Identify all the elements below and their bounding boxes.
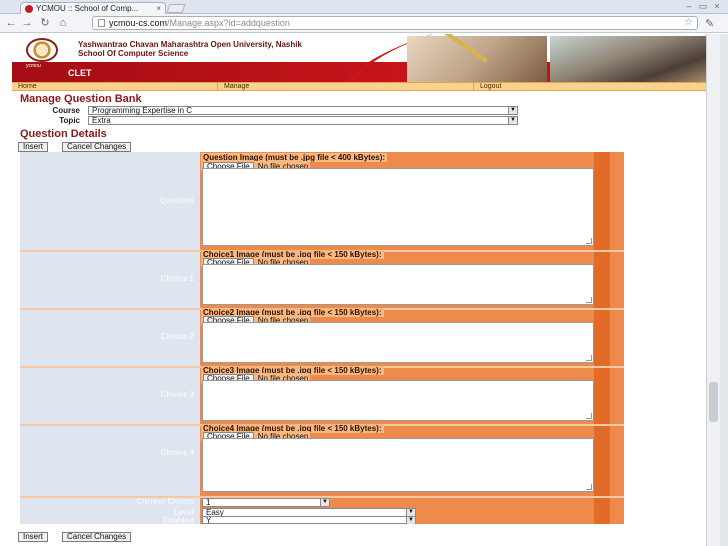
university-logo	[26, 38, 58, 62]
wrench-icon[interactable]: ✎	[705, 17, 714, 30]
question-label: Question	[159, 196, 194, 205]
cancel-changes-button-bottom[interactable]: Cancel Changes	[62, 532, 132, 542]
window-gutter	[720, 34, 728, 546]
page-icon	[98, 19, 105, 27]
window-controls: – ▭ ×	[684, 1, 722, 11]
correct-choice-label: Correct Choice	[136, 497, 194, 506]
course-select-value: Programming Expertise in C	[92, 106, 193, 115]
forward-icon[interactable]: →	[20, 17, 34, 30]
browser-toolbar: ← → ↻ ⌂ ycmou-cs.com/Manage.aspx?id=addq…	[0, 14, 728, 33]
close-icon[interactable]: ×	[712, 1, 722, 11]
browser-tab[interactable]: YCMOU :: School of Comp... ×	[20, 2, 166, 14]
clet-title: CLET	[68, 68, 92, 78]
insert-button-bottom[interactable]: Insert	[18, 532, 49, 542]
menu-home[interactable]: Home	[12, 83, 218, 90]
choice4-textarea[interactable]	[202, 438, 594, 492]
page-title: Manage Question Bank	[20, 93, 142, 105]
address-bar[interactable]: ycmou-cs.com/Manage.aspx?id=addquestion …	[92, 16, 698, 30]
choice4-label: Choice 4	[160, 448, 194, 457]
chevron-down-icon: ▼	[406, 509, 415, 516]
reload-icon[interactable]: ↻	[38, 17, 52, 30]
topic-label: Topic	[59, 116, 80, 125]
cancel-changes-button[interactable]: Cancel Changes	[62, 142, 132, 152]
choice3-label: Choice 3	[160, 390, 194, 399]
url-host: ycmou-cs.com	[109, 18, 168, 28]
enabled-select[interactable]: Y ▼	[202, 516, 416, 525]
minimize-icon[interactable]: –	[684, 1, 694, 11]
topic-select[interactable]: Extra ▼	[88, 116, 518, 125]
school-name: School Of Computer Science	[78, 49, 189, 58]
url-path: /Manage.aspx?id=addquestion	[167, 18, 290, 28]
maximize-icon[interactable]: ▭	[698, 1, 708, 11]
topic-select-value: Extra	[92, 116, 111, 125]
banner-photo-writing	[407, 36, 547, 82]
chevron-down-icon: ▼	[406, 517, 415, 524]
chevron-down-icon: ▼	[320, 499, 329, 506]
question-details-heading: Question Details	[20, 128, 107, 140]
correct-choice-select[interactable]: 1 ▼	[202, 498, 330, 507]
course-label: Course	[52, 106, 80, 115]
logo-caption: ycmou	[26, 63, 41, 69]
choice1-textarea[interactable]	[202, 264, 594, 305]
chevron-down-icon: ▼	[508, 107, 517, 114]
home-icon[interactable]: ⌂	[56, 17, 70, 30]
tab-title: YCMOU :: School of Comp...	[36, 4, 139, 13]
browser-window: YCMOU :: School of Comp... × – ▭ × ← → ↻…	[0, 0, 728, 546]
course-select[interactable]: Programming Expertise in C ▼	[88, 106, 518, 115]
menu-logout[interactable]: Logout	[474, 83, 706, 90]
choice2-textarea[interactable]	[202, 322, 594, 363]
back-icon[interactable]: ←	[4, 17, 18, 30]
question-form: Question Question Image (must be .jpg fi…	[20, 152, 624, 525]
favicon-icon	[25, 4, 33, 13]
star-icon[interactable]: ☆	[684, 17, 693, 28]
choice1-label: Choice 1	[160, 274, 194, 283]
chevron-down-icon: ▼	[508, 117, 517, 124]
enabled-value: Y	[206, 516, 212, 525]
banner-photo-students	[550, 36, 706, 82]
page-viewport: ycmou Yashwantrao Chavan Maharashtra Ope…	[12, 34, 706, 546]
scrollbar-thumb[interactable]	[709, 382, 718, 422]
insert-button[interactable]: Insert	[18, 142, 49, 152]
university-name: Yashwantrao Chavan Maharashtra Open Univ…	[78, 40, 302, 49]
main-menu: Home Manage Logout	[12, 82, 706, 91]
enabled-label: Enabled	[162, 516, 194, 525]
new-tab-button[interactable]	[166, 4, 186, 13]
choice2-label: Choice 2	[160, 332, 194, 341]
vertical-scrollbar[interactable]	[706, 34, 720, 546]
tab-strip: YCMOU :: School of Comp... × – ▭ ×	[0, 0, 728, 14]
menu-manage[interactable]: Manage	[218, 83, 474, 90]
correct-choice-value: 1	[206, 498, 211, 507]
tab-close-icon[interactable]: ×	[156, 4, 161, 13]
question-textarea[interactable]	[202, 168, 594, 246]
site-banner: ycmou Yashwantrao Chavan Maharashtra Ope…	[12, 34, 706, 82]
form-input-stripe	[594, 152, 610, 524]
choice3-textarea[interactable]	[202, 380, 594, 421]
